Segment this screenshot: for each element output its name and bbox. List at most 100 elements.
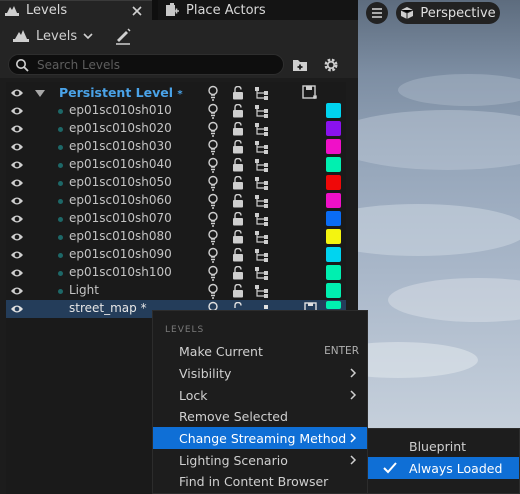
level-color-swatch[interactable]: [326, 121, 341, 136]
hierarchy-icon[interactable]: [254, 266, 270, 280]
lock-icon[interactable]: [231, 122, 245, 136]
viewport[interactable]: Perspective: [358, 0, 520, 494]
hierarchy-icon[interactable]: [254, 140, 270, 154]
lightbulb-icon[interactable]: [207, 211, 219, 227]
save-icon[interactable]: [302, 85, 318, 101]
level-color-swatch[interactable]: [326, 157, 341, 172]
level-color-swatch[interactable]: [326, 139, 341, 154]
level-row[interactable]: ep01sc010sh020: [6, 120, 346, 138]
lightbulb-icon[interactable]: [207, 157, 219, 173]
level-color-swatch[interactable]: [326, 193, 341, 208]
visibility-eye-icon[interactable]: [10, 105, 24, 117]
levels-dropdown-label: Levels: [36, 28, 78, 44]
level-row[interactable]: Light: [6, 282, 346, 300]
lock-icon[interactable]: [231, 194, 245, 208]
menu-item-lighting-scenario[interactable]: Lighting Scenario: [153, 449, 367, 471]
level-row[interactable]: ep01sc010sh090: [6, 246, 346, 264]
visibility-eye-icon[interactable]: [10, 177, 24, 189]
visibility-eye-icon[interactable]: [10, 159, 24, 171]
lightbulb-icon[interactable]: [207, 283, 219, 299]
tab-place-actors[interactable]: Place Actors: [158, 0, 358, 20]
menu-item-always-loaded[interactable]: Always Loaded: [368, 457, 519, 479]
hierarchy-icon[interactable]: [254, 230, 270, 244]
visibility-eye-icon[interactable]: [10, 285, 24, 297]
level-row[interactable]: ep01sc010sh100: [6, 264, 346, 282]
hierarchy-icon[interactable]: [254, 86, 270, 100]
lightbulb-icon[interactable]: [207, 175, 219, 191]
lightbulb-icon[interactable]: [207, 229, 219, 245]
lightbulb-icon[interactable]: [207, 85, 219, 101]
tab-levels[interactable]: Levels: [0, 0, 152, 20]
level-color-swatch[interactable]: [326, 211, 341, 226]
close-icon[interactable]: [132, 6, 142, 16]
menu-item-visibility[interactable]: Visibility: [153, 362, 367, 384]
level-row[interactable]: ep01sc010sh070: [6, 210, 346, 228]
visibility-eye-icon[interactable]: [10, 249, 24, 261]
level-color-swatch[interactable]: [326, 175, 341, 190]
lock-icon[interactable]: [231, 104, 245, 118]
visibility-eye-icon[interactable]: [10, 123, 24, 135]
level-row[interactable]: ep01sc010sh040: [6, 156, 346, 174]
level-row[interactable]: ep01sc010sh010: [6, 102, 346, 120]
hierarchy-icon[interactable]: [254, 176, 270, 190]
menu-item-make-current[interactable]: Make Current ENTER: [153, 340, 367, 362]
level-dot-icon: [58, 127, 63, 132]
perspective-button[interactable]: Perspective: [396, 2, 500, 24]
visibility-eye-icon[interactable]: [10, 267, 24, 279]
hierarchy-icon[interactable]: [254, 122, 270, 136]
level-color-swatch[interactable]: [326, 265, 341, 280]
lightbulb-icon[interactable]: [207, 103, 219, 119]
level-color-swatch[interactable]: [326, 229, 341, 244]
lightbulb-icon[interactable]: [207, 139, 219, 155]
level-name: ep01sc010sh100: [69, 265, 172, 279]
menu-item-change-streaming-method[interactable]: Change Streaming Method: [153, 427, 367, 449]
lock-icon[interactable]: [231, 266, 245, 280]
hierarchy-icon[interactable]: [254, 104, 270, 118]
expand-arrow-icon[interactable]: [35, 90, 45, 98]
lock-icon[interactable]: [231, 140, 245, 154]
level-row[interactable]: ep01sc010sh050: [6, 174, 346, 192]
menu-item-remove-selected[interactable]: Remove Selected: [153, 405, 367, 427]
lightbulb-icon[interactable]: [207, 193, 219, 209]
level-name: ep01sc010sh040: [69, 157, 172, 171]
lock-icon[interactable]: [231, 176, 245, 190]
level-color-swatch[interactable]: [326, 283, 341, 298]
lock-icon[interactable]: [231, 284, 245, 298]
hierarchy-icon[interactable]: [254, 284, 270, 298]
level-row[interactable]: ep01sc010sh080: [6, 228, 346, 246]
viewport-menu-button[interactable]: [366, 2, 388, 24]
lock-icon[interactable]: [231, 158, 245, 172]
visibility-eye-icon[interactable]: [10, 231, 24, 243]
search-input[interactable]: Search Levels: [8, 54, 284, 75]
hierarchy-icon[interactable]: [254, 158, 270, 172]
lock-icon[interactable]: [231, 230, 245, 244]
lightbulb-icon[interactable]: [207, 247, 219, 263]
level-color-swatch[interactable]: [326, 301, 341, 309]
pen-icon[interactable]: [113, 26, 133, 46]
visibility-eye-icon[interactable]: [10, 141, 24, 153]
add-level-icon[interactable]: [292, 57, 310, 73]
level-color-swatch[interactable]: [326, 103, 341, 118]
hierarchy-icon[interactable]: [254, 212, 270, 226]
level-color-swatch[interactable]: [326, 247, 341, 262]
lightbulb-icon[interactable]: [207, 265, 219, 281]
visibility-eye-icon[interactable]: [10, 213, 24, 225]
level-row[interactable]: ep01sc010sh030: [6, 138, 346, 156]
menu-item-lock[interactable]: Lock: [153, 384, 367, 406]
lock-icon[interactable]: [231, 86, 245, 100]
visibility-eye-icon[interactable]: [10, 87, 24, 99]
levels-dropdown[interactable]: Levels: [12, 26, 93, 46]
visibility-eye-icon[interactable]: [10, 303, 24, 315]
menu-item-find-in-content-browser[interactable]: Find in Content Browser: [153, 470, 367, 492]
level-row[interactable]: ep01sc010sh060: [6, 192, 346, 210]
gear-icon[interactable]: [322, 56, 340, 74]
menu-item-blueprint[interactable]: Blueprint: [368, 435, 519, 457]
lock-icon[interactable]: [231, 212, 245, 226]
hierarchy-icon[interactable]: [254, 248, 270, 262]
lock-icon[interactable]: [231, 248, 245, 262]
lightbulb-icon[interactable]: [207, 121, 219, 137]
perspective-label: Perspective: [420, 5, 496, 21]
level-row-persistent[interactable]: Persistent Level *: [6, 84, 346, 102]
visibility-eye-icon[interactable]: [10, 195, 24, 207]
hierarchy-icon[interactable]: [254, 194, 270, 208]
